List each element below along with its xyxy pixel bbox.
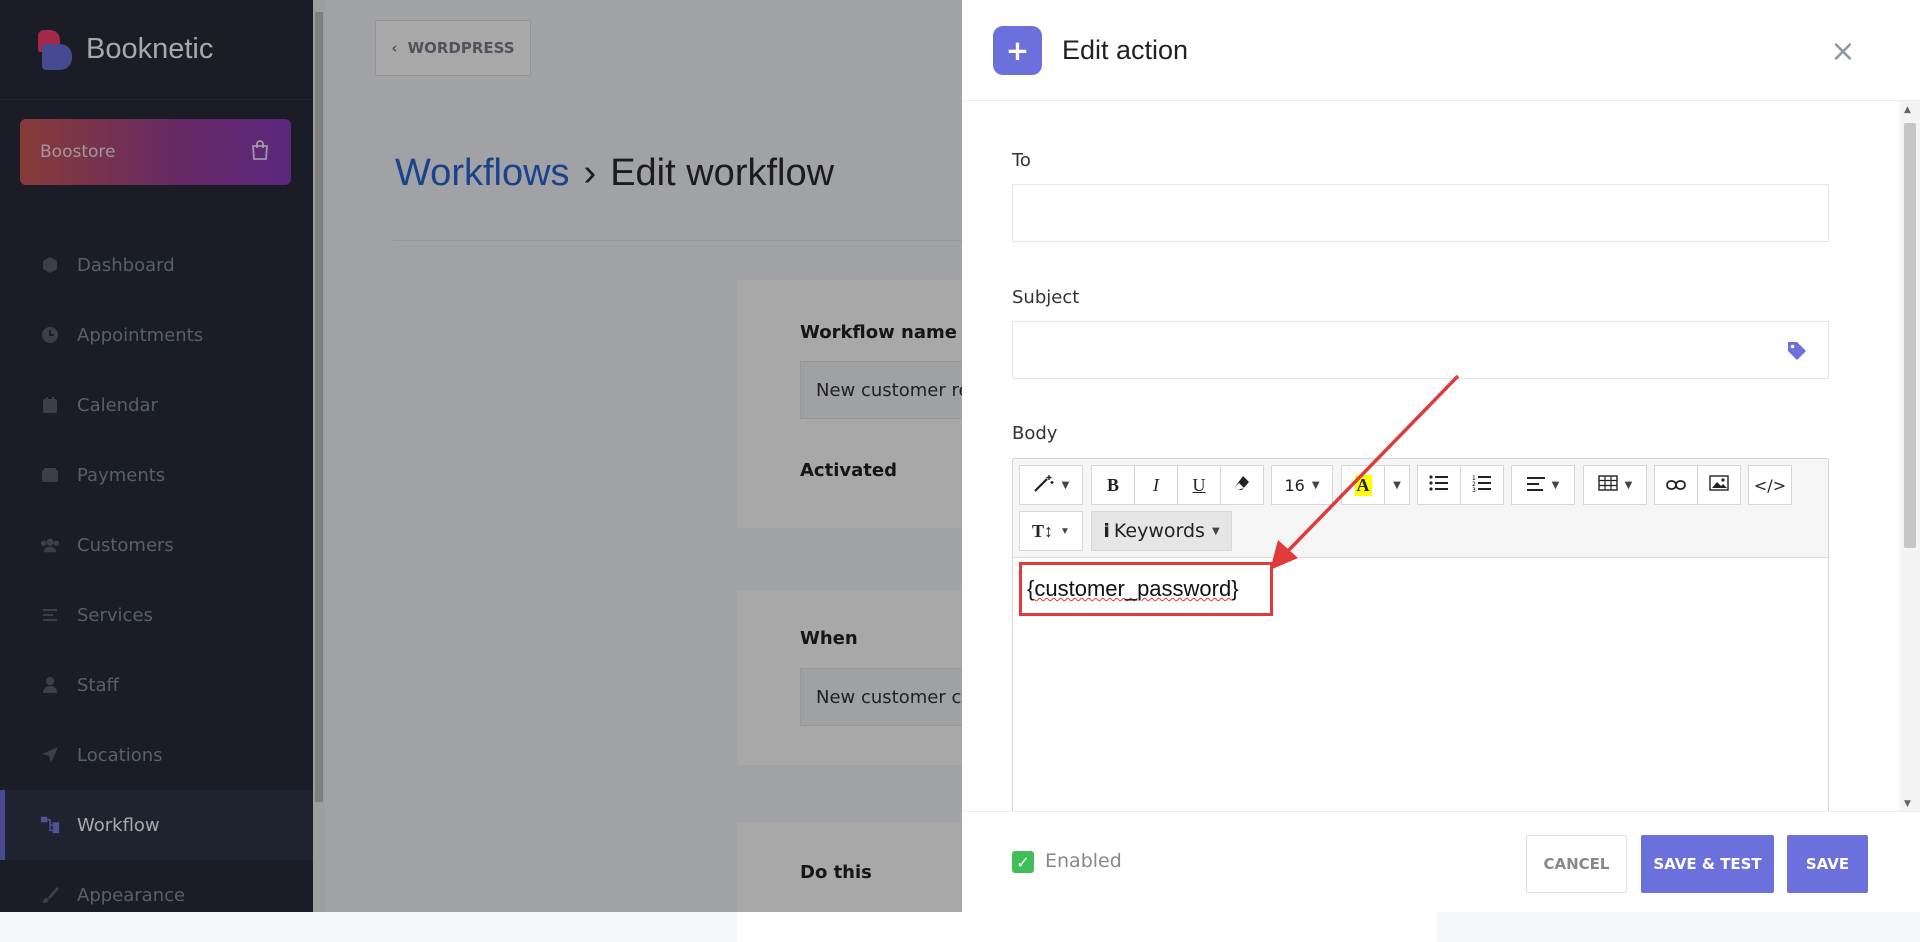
plus-icon: + [993,25,1042,75]
to-input[interactable] [1012,184,1829,242]
info-icon: i [1103,520,1110,542]
clear-format-button[interactable] [1220,465,1264,505]
editor-toolbar: ▼ B I U 16 ▼ A ▼ 123 ▼ ▼ </> T↕ ▼ i Keyw… [1013,459,1828,558]
check-icon: ✓ [1016,852,1030,872]
panel-scrollbar-thumb[interactable] [1904,123,1916,548]
bold-button[interactable]: B [1091,465,1135,505]
keywords-dropdown[interactable]: i Keywords ▼ [1091,511,1232,551]
panel-header: + Edit action × [962,0,1920,101]
panel-title: Edit action [1062,34,1189,65]
highlight-a-icon: A [1354,474,1372,496]
enabled-label: Enabled [1045,850,1122,872]
body-label: Body [1012,423,1058,444]
annotation-highlight-box [1019,562,1273,616]
color-dropdown-button[interactable]: ▼ [1384,465,1410,505]
ordered-list-button[interactable]: 123 [1460,465,1504,505]
editor-content[interactable]: {customer_password} [1013,558,1828,818]
image-button[interactable] [1697,465,1741,505]
italic-button[interactable]: I [1134,465,1178,505]
table-icon [1597,474,1618,496]
text-color-button[interactable]: A [1341,465,1385,505]
save-and-test-button[interactable]: SAVE & TEST [1641,835,1774,893]
image-icon [1709,474,1729,496]
paragraph-align-button[interactable]: ▼ [1511,465,1575,505]
tag-icon[interactable] [1786,340,1808,366]
body-editor: ▼ B I U 16 ▼ A ▼ 123 ▼ ▼ </> T↕ ▼ i Keyw… [1012,458,1829,818]
close-icon[interactable]: × [1828,34,1858,69]
code-view-button[interactable]: </> [1748,465,1792,505]
to-label: To [1012,150,1031,171]
code-icon: </> [1753,475,1787,495]
numbered-list-icon: 123 [1472,474,1492,497]
unordered-list-button[interactable] [1417,465,1461,505]
edit-action-panel: + Edit action × To Subject Body ▼ B I U … [962,0,1920,912]
panel-footer: ✓ Enabled CANCEL SAVE & TEST SAVE [962,811,1920,912]
magic-wand-icon [1033,473,1055,498]
magic-style-button[interactable]: ▼ [1019,465,1083,505]
underline-button[interactable]: U [1177,465,1221,505]
svg-text:3: 3 [1472,487,1476,492]
save-button[interactable]: SAVE [1787,835,1868,893]
font-size-value: 16 [1284,475,1305,495]
scroll-up-arrow-icon[interactable]: ▲ [1904,105,1911,115]
font-size-select[interactable]: 16 ▼ [1271,465,1333,505]
text-height-icon: T↕ [1032,520,1054,541]
keywords-label: Keywords [1113,520,1205,542]
subject-label: Subject [1012,287,1080,308]
scroll-down-arrow-icon[interactable]: ▼ [1904,799,1911,809]
align-left-icon [1526,475,1545,496]
link-button[interactable] [1654,465,1698,505]
subject-input[interactable] [1012,321,1829,379]
panel-scrollbar[interactable]: ▲ ▼ [1900,101,1920,811]
enabled-checkbox[interactable]: ✓ [1012,851,1034,873]
bullet-list-icon [1429,474,1449,496]
link-icon [1666,475,1686,496]
table-button[interactable]: ▼ [1583,465,1647,505]
cancel-button[interactable]: CANCEL [1526,835,1627,893]
eraser-icon [1234,475,1250,496]
line-height-button[interactable]: T↕ ▼ [1019,511,1083,551]
